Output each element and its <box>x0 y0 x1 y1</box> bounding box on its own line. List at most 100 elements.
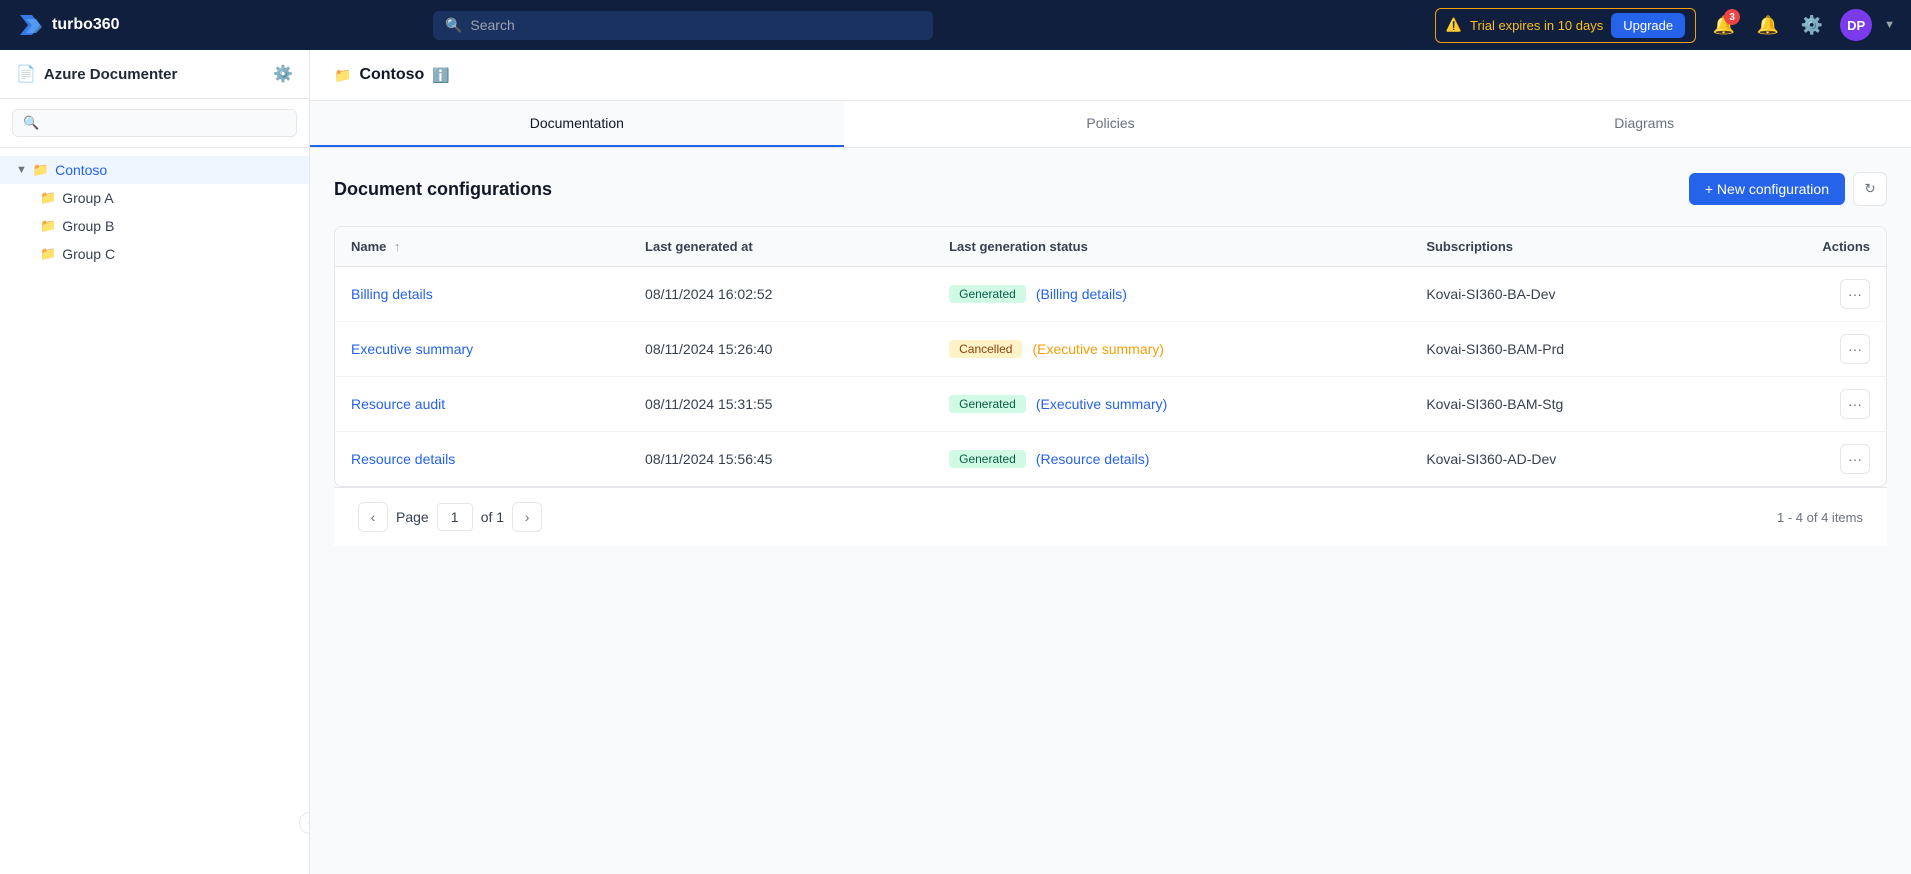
sidebar-item-group-b[interactable]: 📁 Group B <box>24 212 309 240</box>
cell-subscriptions-3: Kovai-SI360-AD-Dev <box>1410 432 1734 487</box>
doc-configs-actions: + New configuration ↻ <box>1689 172 1887 206</box>
main-layout: 📄 Azure Documenter ⚙️ 🔍 ▼ 📁 Contoso 📁 Gr… <box>0 50 1911 874</box>
row-more-button-1[interactable]: ··· <box>1840 334 1870 364</box>
sort-icon-name[interactable]: ↑ <box>394 239 401 254</box>
config-name-link-0[interactable]: Billing details <box>351 286 433 302</box>
prev-page-button[interactable]: ‹ <box>358 502 388 532</box>
alert-icon: 🔔 <box>1757 15 1779 36</box>
search-input[interactable] <box>470 17 921 33</box>
sidebar-app-name: Azure Documenter <box>44 66 177 83</box>
sidebar-tree: ▼ 📁 Contoso 📁 Group A 📁 Group B 📁 Group … <box>0 148 309 874</box>
avatar-initials: DP <box>1847 18 1865 33</box>
row-more-button-0[interactable]: ··· <box>1840 279 1870 309</box>
cell-actions-0: ··· <box>1734 267 1886 322</box>
sidebar-item-label-group-c: Group C <box>62 246 115 262</box>
folder-icon-group-a: 📁 <box>40 190 56 206</box>
cell-status-3: Generated (Resource details) <box>933 432 1410 487</box>
cell-subscriptions-2: Kovai-SI360-BAM-Stg <box>1410 377 1734 432</box>
main-content: 📁 Contoso ℹ️ Documentation Policies Diag… <box>310 50 1911 874</box>
trial-banner: ⚠️ Trial expires in 10 days Upgrade <box>1435 8 1696 43</box>
status-link-3[interactable]: (Resource details) <box>1036 451 1150 467</box>
chevron-left-icon: ‹ <box>308 817 310 829</box>
search-icon: 🔍 <box>445 17 462 34</box>
user-chevron-icon: ▼ <box>1884 19 1895 31</box>
folder-icon-group-c: 📁 <box>40 246 56 262</box>
cell-date-2: 08/11/2024 15:31:55 <box>629 377 933 432</box>
folder-icon-group-b: 📁 <box>40 218 56 234</box>
status-link-2[interactable]: (Executive summary) <box>1036 396 1167 412</box>
cell-name-2: Resource audit <box>335 377 629 432</box>
refresh-button[interactable]: ↻ <box>1853 172 1887 206</box>
info-icon: ℹ️ <box>432 67 449 84</box>
sidebar-item-group-a[interactable]: 📁 Group A <box>24 184 309 212</box>
sidebar-search-icon: 🔍 <box>23 115 39 131</box>
next-page-button[interactable]: › <box>512 502 542 532</box>
cell-status-0: Generated (Billing details) <box>933 267 1410 322</box>
brand-name: turbo360 <box>52 16 120 34</box>
row-more-button-2[interactable]: ··· <box>1840 389 1870 419</box>
config-name-link-1[interactable]: Executive summary <box>351 341 473 357</box>
row-more-button-3[interactable]: ··· <box>1840 444 1870 474</box>
sidebar: 📄 Azure Documenter ⚙️ 🔍 ▼ 📁 Contoso 📁 Gr… <box>0 50 310 874</box>
chevron-right-icon: › <box>525 509 530 525</box>
sidebar-tree-children: 📁 Group A 📁 Group B 📁 Group C <box>0 184 309 268</box>
brand-logo[interactable]: turbo360 <box>16 11 176 39</box>
sidebar-search-container: 🔍 <box>0 99 309 148</box>
table-header: Name ↑ Last generated at Last generation… <box>335 227 1886 267</box>
cell-name-3: Resource details <box>335 432 629 487</box>
notifications-button[interactable]: 🔔 3 <box>1708 9 1740 41</box>
pagination: ‹ Page of 1 › 1 - 4 of 4 items <box>334 487 1887 546</box>
sidebar-item-label-contoso: Contoso <box>55 162 107 178</box>
status-link-1[interactable]: (Executive summary) <box>1032 341 1163 357</box>
col-last-generated: Last generated at <box>629 227 933 267</box>
cell-actions-3: ··· <box>1734 432 1886 487</box>
tab-policies[interactable]: Policies <box>844 101 1378 147</box>
table-row: Resource audit 08/11/2024 15:31:55 Gener… <box>335 377 1886 432</box>
page-of-label: of 1 <box>481 509 504 525</box>
sidebar-item-group-c[interactable]: 📁 Group C <box>24 240 309 268</box>
items-summary: 1 - 4 of 4 items <box>1777 510 1863 525</box>
cell-date-1: 08/11/2024 15:26:40 <box>629 322 933 377</box>
upgrade-button[interactable]: Upgrade <box>1611 13 1685 38</box>
status-badge-1: Cancelled <box>949 340 1022 358</box>
table-row: Resource details 08/11/2024 15:56:45 Gen… <box>335 432 1886 487</box>
folder-icon-header: 📁 <box>334 67 351 84</box>
status-link-0[interactable]: (Billing details) <box>1036 286 1127 302</box>
user-avatar[interactable]: DP <box>1840 9 1872 41</box>
config-name-link-3[interactable]: Resource details <box>351 451 455 467</box>
cell-actions-1: ··· <box>1734 322 1886 377</box>
cell-status-2: Generated (Executive summary) <box>933 377 1410 432</box>
cell-subscriptions-0: Kovai-SI360-BA-Dev <box>1410 267 1734 322</box>
col-name: Name ↑ <box>335 227 629 267</box>
pagination-controls: ‹ Page of 1 › <box>358 502 542 532</box>
table-row: Executive summary 08/11/2024 15:26:40 Ca… <box>335 322 1886 377</box>
col-actions: Actions <box>1734 227 1886 267</box>
alerts-button[interactable]: 🔔 <box>1752 9 1784 41</box>
content-header: 📁 Contoso ℹ️ <box>310 50 1911 101</box>
content-folder-name: Contoso <box>359 66 424 84</box>
cell-subscriptions-1: Kovai-SI360-BAM-Prd <box>1410 322 1734 377</box>
turbo360-logo-icon <box>16 11 44 39</box>
gear-icon: ⚙️ <box>1801 15 1823 36</box>
topnav-right: ⚠️ Trial expires in 10 days Upgrade 🔔 3 … <box>1435 8 1895 43</box>
status-badge-2: Generated <box>949 395 1026 413</box>
table-body: Billing details 08/11/2024 16:02:52 Gene… <box>335 267 1886 487</box>
col-status: Last generation status <box>933 227 1410 267</box>
cell-status-1: Cancelled (Executive summary) <box>933 322 1410 377</box>
configurations-table-container: Name ↑ Last generated at Last generation… <box>334 226 1887 487</box>
config-name-link-2[interactable]: Resource audit <box>351 396 445 412</box>
cell-actions-2: ··· <box>1734 377 1886 432</box>
settings-button[interactable]: ⚙️ <box>1796 9 1828 41</box>
tab-documentation[interactable]: Documentation <box>310 101 844 147</box>
sidebar-item-label-group-b: Group B <box>62 218 114 234</box>
doc-configs-header: Document configurations + New configurat… <box>334 172 1887 206</box>
sidebar-search-input[interactable] <box>45 116 286 131</box>
sidebar-item-contoso[interactable]: ▼ 📁 Contoso <box>0 156 309 184</box>
page-number-input[interactable] <box>437 503 473 531</box>
tab-diagrams[interactable]: Diagrams <box>1377 101 1911 147</box>
configurations-table: Name ↑ Last generated at Last generation… <box>335 227 1886 486</box>
sidebar-settings-icon[interactable]: ⚙️ <box>273 64 293 84</box>
tabs-bar: Documentation Policies Diagrams <box>310 101 1911 148</box>
cell-date-3: 08/11/2024 15:56:45 <box>629 432 933 487</box>
new-configuration-button[interactable]: + New configuration <box>1689 173 1845 205</box>
